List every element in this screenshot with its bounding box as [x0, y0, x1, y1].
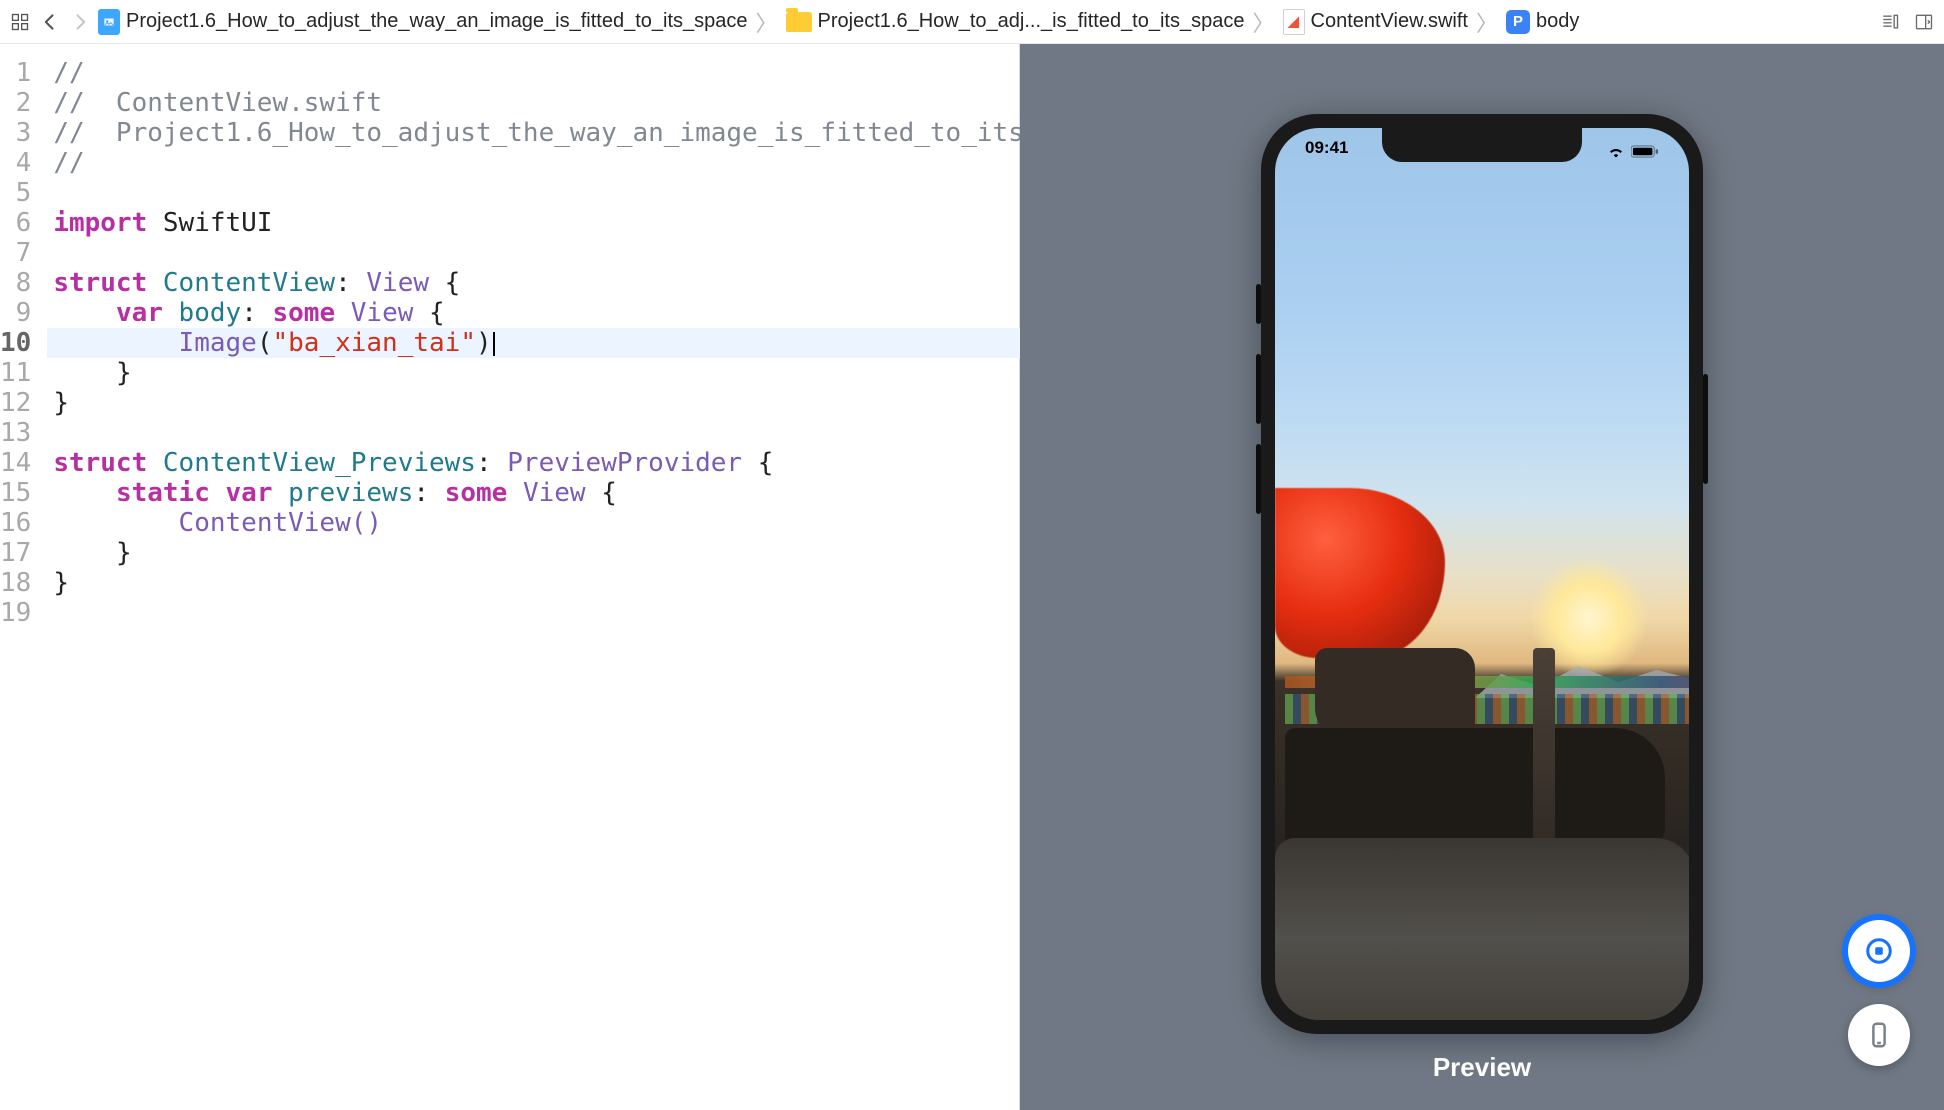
preview-image — [1275, 128, 1689, 1020]
folder-icon — [786, 12, 812, 32]
wifi-icon — [1607, 145, 1625, 158]
related-items-icon[interactable] — [8, 10, 32, 34]
crumb-label: body — [1536, 10, 1579, 33]
device-screen: 09:41 — [1275, 128, 1689, 1020]
crumb-label: ContentView.swift — [1311, 10, 1469, 33]
text-cursor — [493, 332, 495, 356]
xcodeproj-icon — [98, 9, 120, 35]
device-preview: 09:41 — [1261, 114, 1703, 1034]
device-notch — [1382, 128, 1582, 162]
breadcrumb-symbol[interactable]: P body — [1506, 10, 1579, 34]
iphone-frame: 09:41 — [1261, 114, 1703, 1034]
crumb-label: Project1.6_How_to_adjust_the_way_an_imag… — [126, 10, 748, 33]
line-number-gutter: 12345678910111213141516171819 — [0, 44, 47, 1110]
editor-path-bar: Project1.6_How_to_adjust_the_way_an_imag… — [0, 0, 1944, 44]
battery-icon — [1631, 145, 1659, 158]
nav-forward-icon[interactable] — [68, 10, 92, 34]
adjust-editor-icon[interactable] — [1912, 10, 1936, 34]
code-editor[interactable]: 12345678910111213141516171819 // // Cont… — [0, 44, 1020, 1110]
crumb-label: Project1.6_How_to_adj..._is_fitted_to_it… — [818, 10, 1245, 33]
preview-on-device-button[interactable] — [1848, 1004, 1910, 1066]
chevron-right-icon: 〉 — [1250, 6, 1276, 38]
current-line: Image("ba_xian_tai") — [47, 328, 1117, 358]
nav-back-icon[interactable] — [38, 10, 62, 34]
breadcrumb-file[interactable]: ◢ ContentView.swift — [1283, 9, 1469, 35]
swift-file-icon: ◢ — [1283, 9, 1305, 35]
preview-canvas[interactable]: 09:41 — [1020, 44, 1944, 1110]
minimap-toggle-icon[interactable] — [1878, 10, 1902, 34]
chevron-right-icon: 〉 — [754, 6, 780, 38]
property-badge-icon: P — [1506, 10, 1530, 34]
code-content[interactable]: // // ContentView.swift // Project1.6_Ho… — [47, 44, 1117, 1110]
preview-label: Preview — [1433, 1052, 1531, 1083]
chevron-right-icon: 〉 — [1474, 6, 1500, 38]
breadcrumb-folder[interactable]: Project1.6_How_to_adj..._is_fitted_to_it… — [786, 10, 1245, 33]
live-preview-button[interactable] — [1848, 920, 1910, 982]
main-split: 12345678910111213141516171819 // // Cont… — [0, 44, 1944, 1110]
breadcrumb-project-root[interactable]: Project1.6_How_to_adjust_the_way_an_imag… — [98, 9, 748, 35]
status-time: 09:41 — [1305, 138, 1348, 164]
